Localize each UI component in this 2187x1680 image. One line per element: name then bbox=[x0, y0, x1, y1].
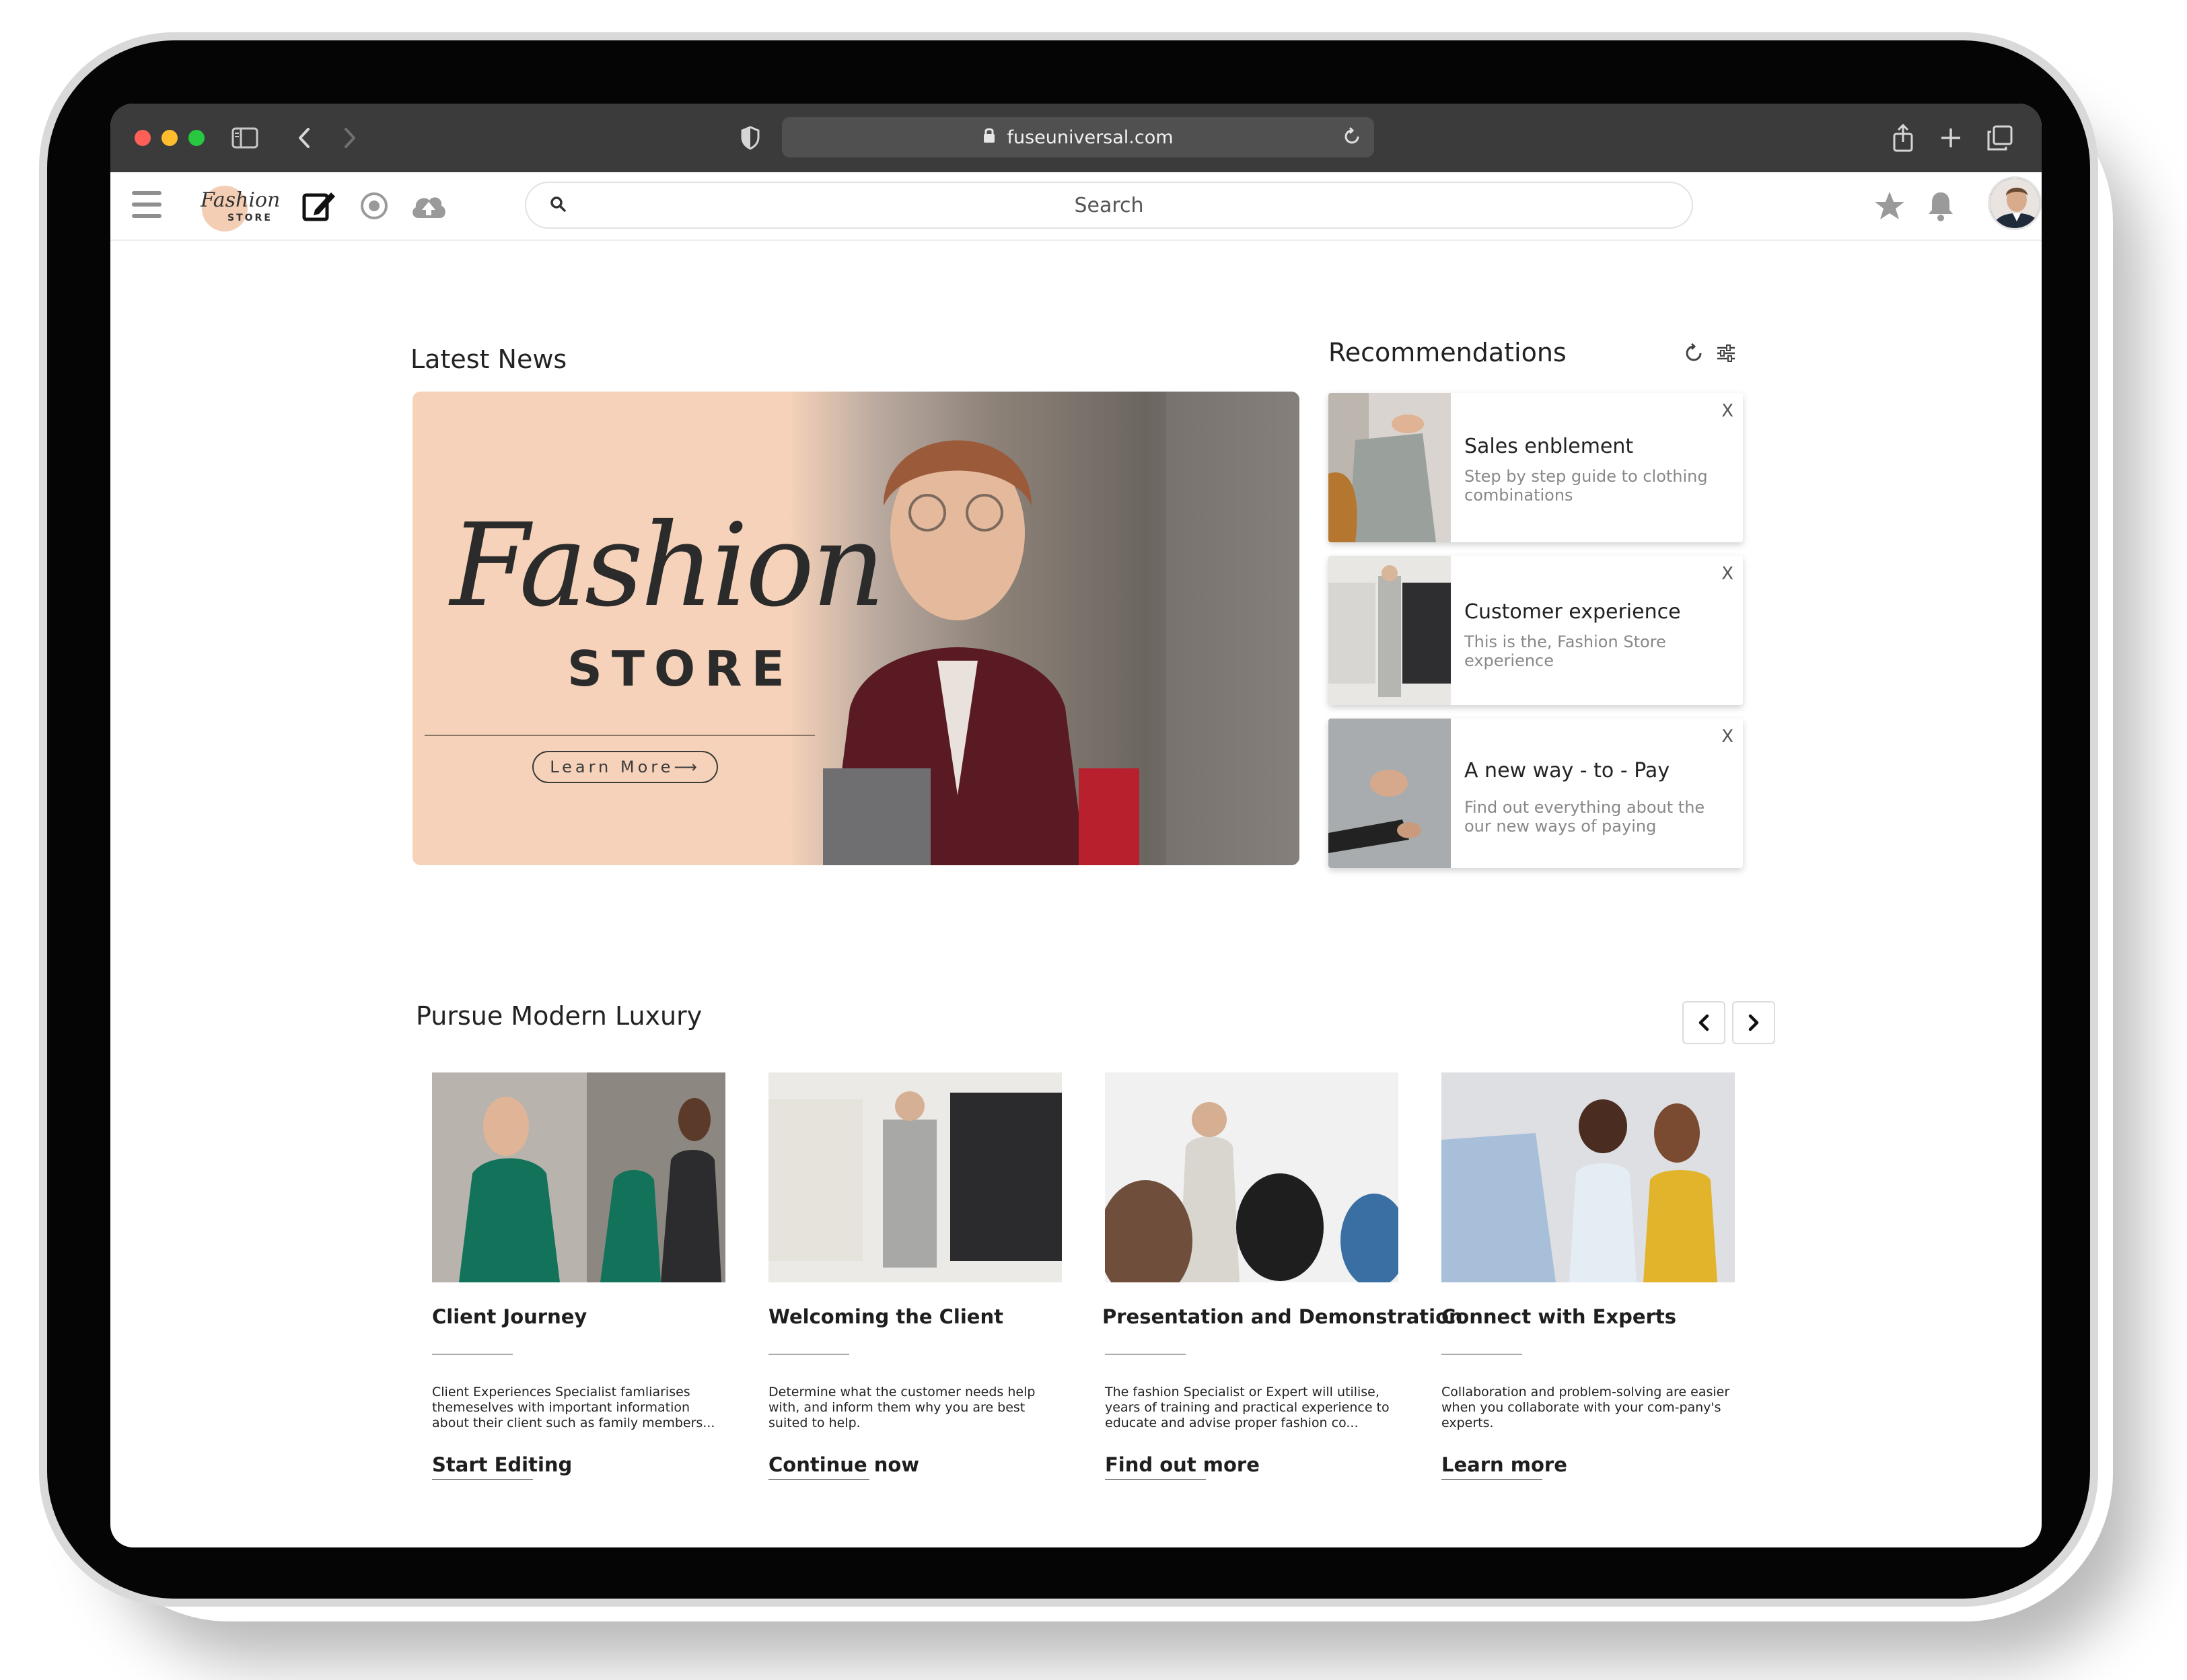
recommendations-title: Recommendations bbox=[1328, 338, 1567, 367]
share-icon[interactable] bbox=[1891, 121, 1915, 155]
recommendation-description: Find out everything about the our new wa… bbox=[1464, 798, 1705, 836]
latest-news-title: Latest News bbox=[410, 344, 567, 374]
chevron-left-icon bbox=[1698, 1014, 1709, 1031]
link-underline bbox=[1441, 1479, 1542, 1480]
start-editing-link[interactable]: Start Editing bbox=[432, 1453, 572, 1476]
recommendation-title: Sales enblement bbox=[1464, 435, 1634, 458]
luxury-card-title: Welcoming the Client bbox=[768, 1305, 1003, 1328]
app-header: Fashion STORE bbox=[110, 172, 2042, 241]
luxury-card-divider bbox=[768, 1354, 849, 1355]
recommendation-title: Customer experience bbox=[1464, 600, 1681, 624]
recommendation-thumbnail bbox=[1328, 719, 1451, 868]
search-icon bbox=[549, 195, 568, 217]
luxury-card-title: Client Journey bbox=[432, 1305, 587, 1328]
luxury-card-experts[interactable]: Connect with Experts Collaboration and p… bbox=[1441, 1072, 1735, 1480]
logo-script-text: Fashion bbox=[201, 188, 281, 212]
link-underline bbox=[1105, 1479, 1206, 1480]
carousel-next-button[interactable] bbox=[1732, 1001, 1775, 1044]
sidebar-toggle-icon[interactable] bbox=[231, 121, 258, 155]
menu-icon[interactable] bbox=[132, 191, 162, 218]
reload-icon[interactable] bbox=[1340, 125, 1363, 153]
luxury-card-description: Determine what the customer needs help w… bbox=[768, 1385, 1036, 1430]
tabs-overview-icon[interactable] bbox=[1986, 121, 2013, 155]
learn-more-link[interactable]: Learn more bbox=[1441, 1453, 1567, 1476]
link-underline bbox=[432, 1479, 533, 1480]
carousel-prev-button[interactable] bbox=[1682, 1001, 1725, 1044]
recommendation-thumbnail bbox=[1328, 556, 1451, 705]
recommendation-description: Step by step guide to clothing combinati… bbox=[1464, 467, 1708, 505]
recommendation-title: A new way - to - Pay bbox=[1464, 759, 1670, 782]
back-arrow-icon[interactable] bbox=[296, 121, 312, 155]
luxury-card-image bbox=[1441, 1072, 1735, 1282]
recommendation-card-customer[interactable]: X Customer experience This is the, Fashi… bbox=[1328, 556, 1743, 705]
address-bar[interactable]: fuseuniversal.com bbox=[782, 117, 1374, 157]
fashion-store-logo[interactable]: Fashion STORE bbox=[198, 178, 281, 238]
luxury-card-description: Client Experiences Specialist famliarise… bbox=[432, 1385, 715, 1430]
luxury-card-divider bbox=[1105, 1354, 1186, 1355]
lock-icon bbox=[982, 126, 996, 149]
luxury-card-image bbox=[432, 1072, 725, 1282]
tablet-frame: fuseuniversal.com Fashion STORE Search L… bbox=[39, 32, 2098, 1607]
search-input[interactable] bbox=[526, 183, 1692, 227]
luxury-card-description: Collaboration and problem-solving are ea… bbox=[1441, 1385, 1730, 1430]
target-icon[interactable] bbox=[359, 186, 389, 226]
privacy-shield-icon[interactable] bbox=[740, 121, 760, 155]
recommendation-description: This is the, Fashion Store experience bbox=[1464, 632, 1666, 670]
luxury-card-welcoming[interactable]: Welcoming the Client Determine what the … bbox=[768, 1072, 1062, 1480]
luxury-section-title: Pursue Modern Luxury bbox=[416, 1001, 703, 1031]
hero-divider bbox=[425, 735, 815, 736]
user-avatar[interactable] bbox=[1988, 176, 2042, 230]
luxury-card-image bbox=[768, 1072, 1062, 1282]
recommendation-card-sales[interactable]: X Sales enblement Step by step guide to … bbox=[1328, 393, 1743, 542]
recommendation-card-pay[interactable]: X A new way - to - Pay Find out everythi… bbox=[1328, 719, 1743, 868]
close-window-button[interactable] bbox=[135, 130, 151, 146]
favorites-star-icon[interactable] bbox=[1873, 186, 1906, 226]
dismiss-recommendation-button[interactable]: X bbox=[1721, 564, 1733, 584]
filter-sliders-icon[interactable] bbox=[1715, 342, 1737, 367]
tablet-bezel: fuseuniversal.com Fashion STORE Search L… bbox=[47, 40, 2090, 1599]
dismiss-recommendation-button[interactable]: X bbox=[1721, 401, 1733, 421]
edit-icon[interactable] bbox=[301, 186, 336, 226]
luxury-card-divider bbox=[1441, 1354, 1522, 1355]
minimize-window-button[interactable] bbox=[162, 130, 178, 146]
luxury-card-divider bbox=[432, 1354, 513, 1355]
logo-store-text: STORE bbox=[227, 213, 273, 223]
luxury-card-description: The fashion Specialist or Expert will ut… bbox=[1105, 1385, 1390, 1430]
recommendation-thumbnail bbox=[1328, 393, 1451, 542]
luxury-card-title: Presentation and Demonstration bbox=[1102, 1305, 1463, 1328]
browser-window: fuseuniversal.com Fashion STORE Search L… bbox=[110, 104, 2042, 1547]
link-underline bbox=[768, 1479, 869, 1480]
maximize-window-button[interactable] bbox=[188, 130, 205, 146]
continue-now-link[interactable]: Continue now bbox=[768, 1453, 919, 1476]
browser-toolbar: fuseuniversal.com bbox=[110, 104, 2042, 172]
luxury-card-title: Connect with Experts bbox=[1441, 1305, 1677, 1328]
refresh-icon[interactable] bbox=[1682, 342, 1705, 367]
url-text: fuseuniversal.com bbox=[1007, 126, 1174, 148]
luxury-card-client-journey[interactable]: Client Journey Client Experiences Specia… bbox=[432, 1072, 725, 1480]
learn-more-button[interactable]: Learn More⟶ bbox=[532, 751, 718, 783]
find-out-more-link[interactable]: Find out more bbox=[1105, 1453, 1260, 1476]
cloud-upload-icon[interactable] bbox=[409, 186, 448, 226]
dismiss-recommendation-button[interactable]: X bbox=[1721, 727, 1733, 747]
notifications-bell-icon[interactable] bbox=[1926, 186, 1956, 226]
new-tab-plus-icon[interactable] bbox=[1939, 121, 1962, 155]
luxury-card-presentation[interactable]: Presentation and Demonstration The fashi… bbox=[1102, 1072, 1463, 1480]
hero-fashion-script: Fashion bbox=[450, 499, 886, 632]
search-bar[interactable] bbox=[525, 182, 1693, 229]
latest-news-hero-banner[interactable]: Fashion STORE Learn More⟶ bbox=[413, 392, 1299, 865]
luxury-card-image bbox=[1105, 1072, 1398, 1282]
forward-arrow-icon[interactable] bbox=[342, 121, 358, 155]
hero-store-text: STORE bbox=[567, 641, 794, 697]
chevron-right-icon bbox=[1748, 1014, 1759, 1031]
